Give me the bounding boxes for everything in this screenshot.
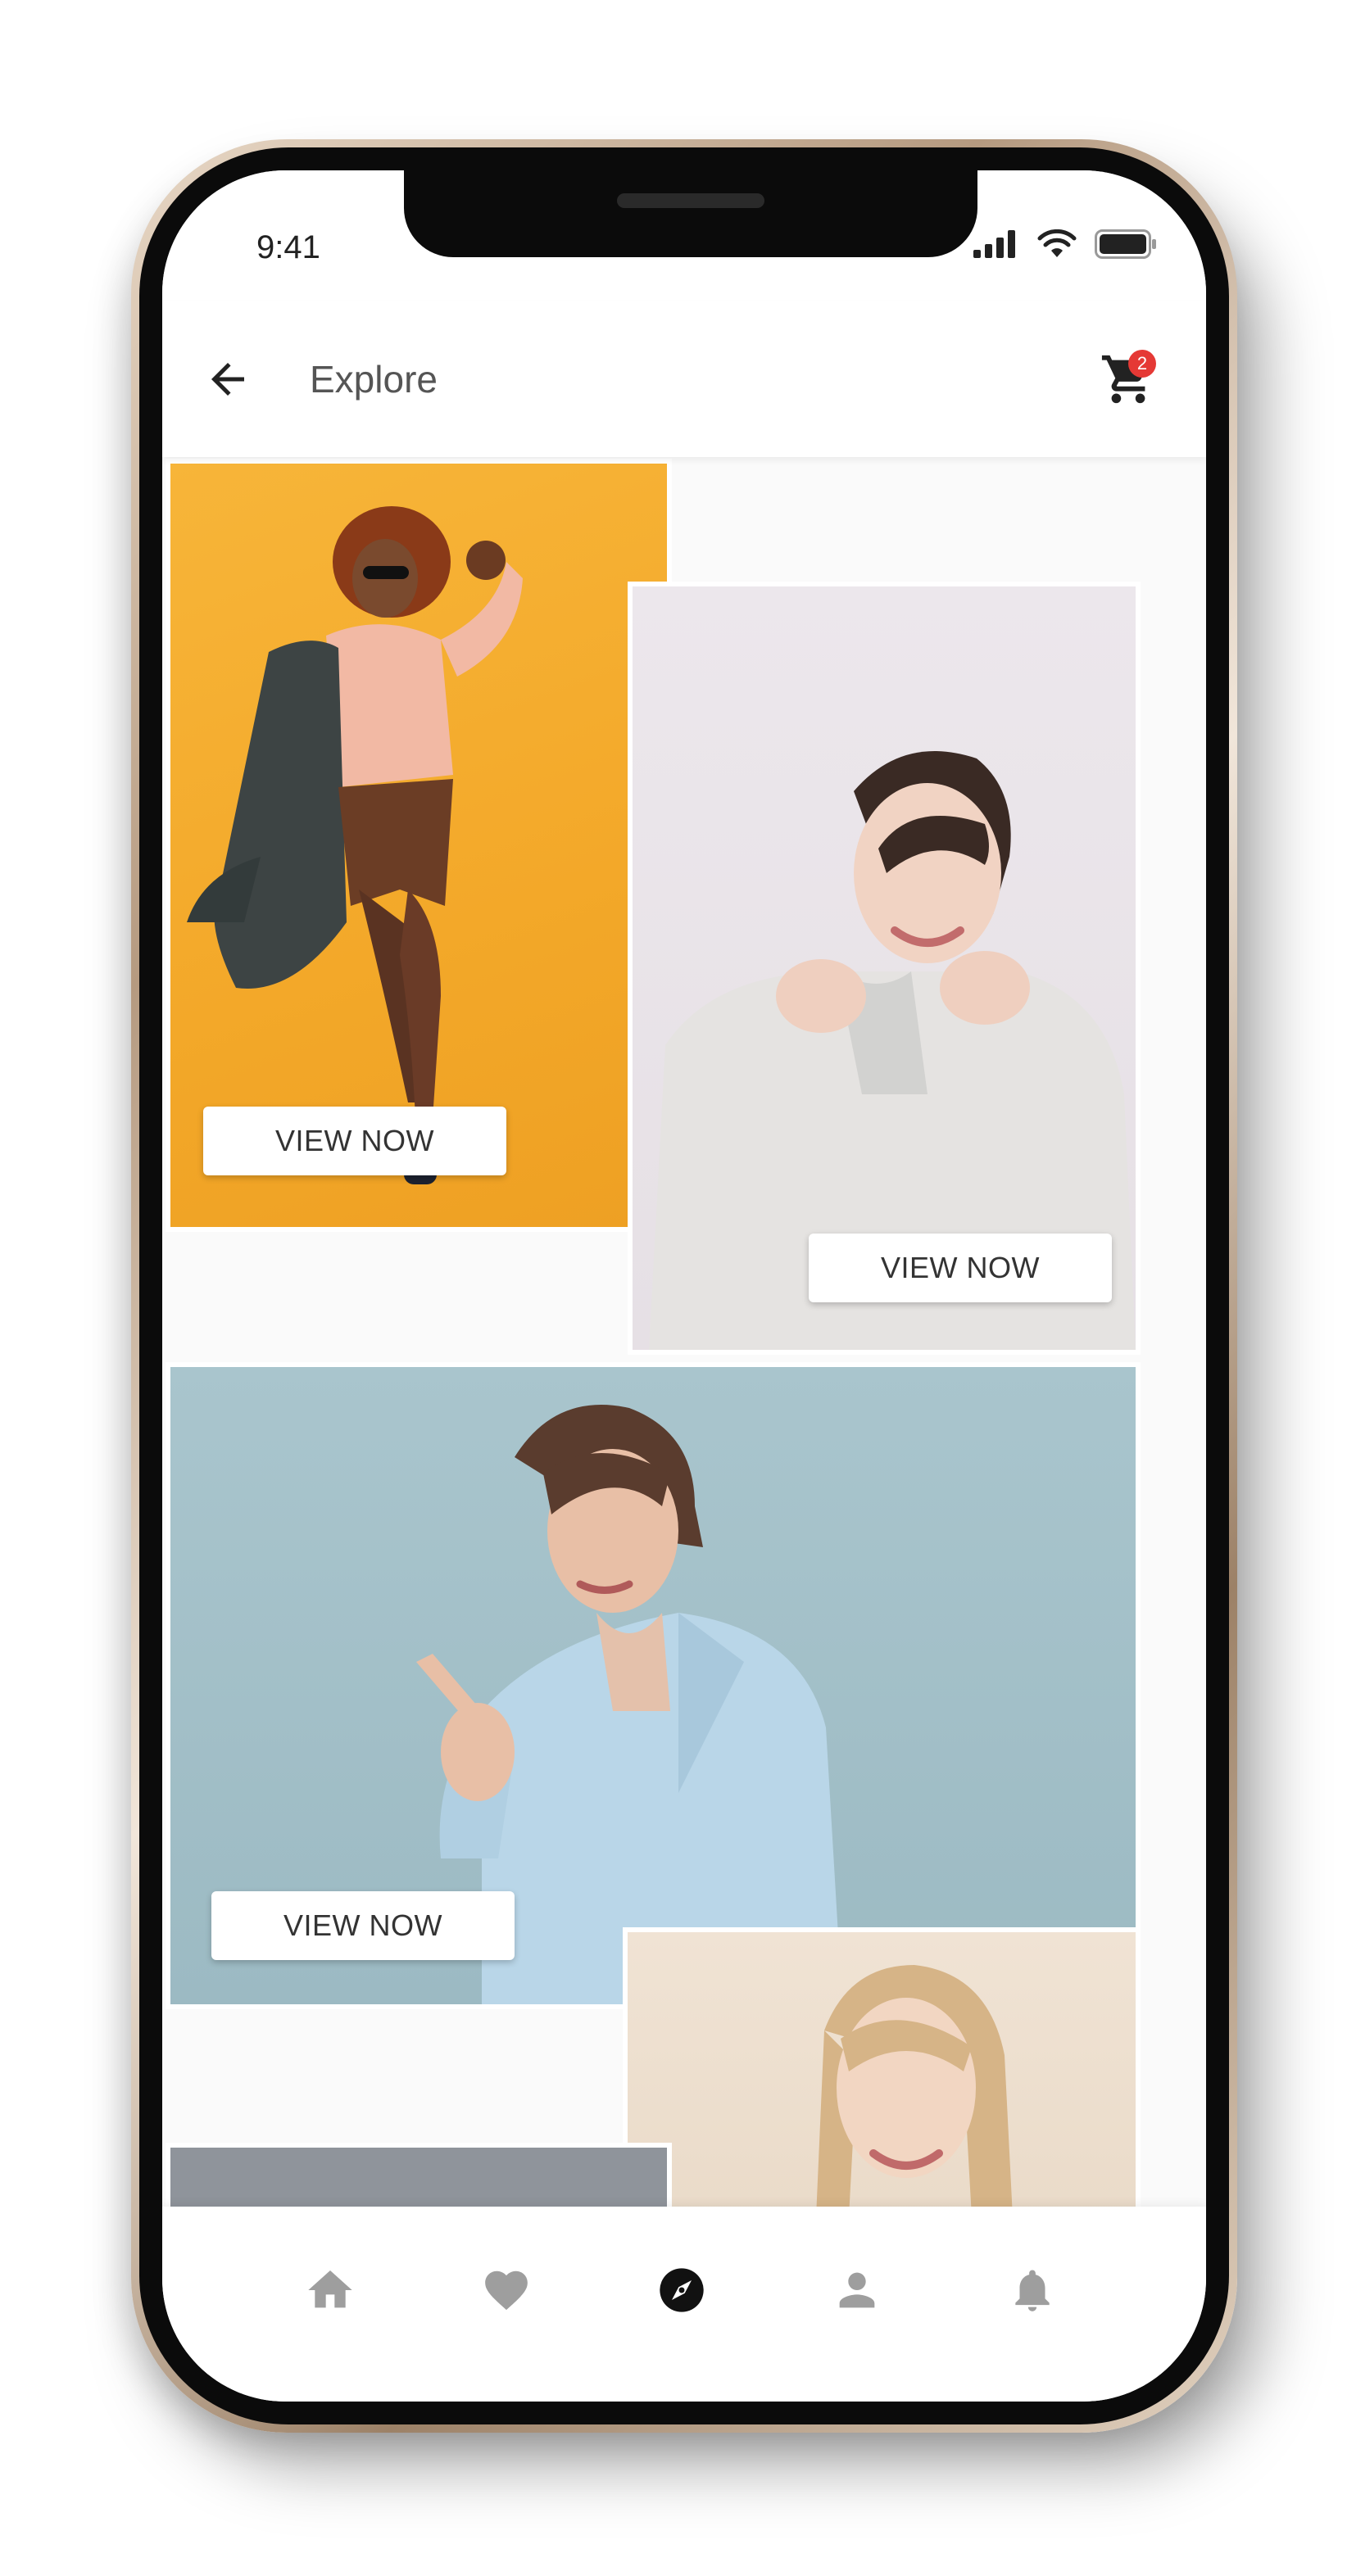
signal-icon	[973, 230, 1015, 258]
view-now-button[interactable]: VIEW NOW	[809, 1234, 1112, 1302]
nav-item-notifications[interactable]	[991, 2249, 1073, 2331]
feed-card-3[interactable]: VIEW NOW	[166, 1362, 1141, 2009]
feed-card-4[interactable]	[623, 1927, 1141, 2218]
nav-item-explore[interactable]	[641, 2249, 723, 2331]
back-button[interactable]	[195, 346, 261, 412]
compass-icon	[660, 2268, 704, 2312]
heart-icon	[485, 2270, 528, 2311]
arrow-back-icon	[211, 363, 244, 396]
phone-screen: 9:41 Explore 2 VIEW NOW VIEW NOW VIEW NO…	[162, 170, 1206, 2402]
view-now-button[interactable]: VIEW NOW	[211, 1891, 515, 1960]
speaker-grille	[617, 193, 764, 208]
bell-icon	[1015, 2270, 1050, 2311]
nav-item-favorites[interactable]	[465, 2249, 547, 2331]
phone-frame: 9:41 Explore 2 VIEW NOW VIEW NOW VIEW NO…	[131, 139, 1237, 2433]
feed-card-2[interactable]: VIEW NOW	[628, 582, 1141, 1355]
status-bar: 9:41	[162, 170, 1206, 301]
view-now-button[interactable]: VIEW NOW	[203, 1107, 506, 1175]
status-icons	[973, 229, 1157, 259]
person-icon	[839, 2272, 875, 2308]
feed-card-1[interactable]: VIEW NOW	[166, 459, 672, 1232]
explore-feed[interactable]: VIEW NOW VIEW NOW VIEW NOW	[162, 457, 1206, 2218]
nav-item-profile[interactable]	[816, 2249, 898, 2331]
page-title: Explore	[310, 358, 438, 401]
status-time: 9:41	[256, 229, 320, 265]
home-icon	[308, 2270, 352, 2308]
app-bar: Explore 2	[162, 301, 1206, 457]
wifi-icon	[1037, 229, 1077, 257]
notch	[404, 170, 977, 257]
nav-item-home[interactable]	[289, 2249, 371, 2331]
model-photo	[816, 1965, 1013, 2217]
phone-bezel: 9:41 Explore 2 VIEW NOW VIEW NOW VIEW NO…	[139, 147, 1229, 2424]
battery-icon	[1095, 229, 1156, 259]
cart-button[interactable]: 2	[1087, 338, 1169, 420]
bottom-nav	[162, 2207, 1206, 2402]
cart-badge: 2	[1128, 350, 1156, 378]
